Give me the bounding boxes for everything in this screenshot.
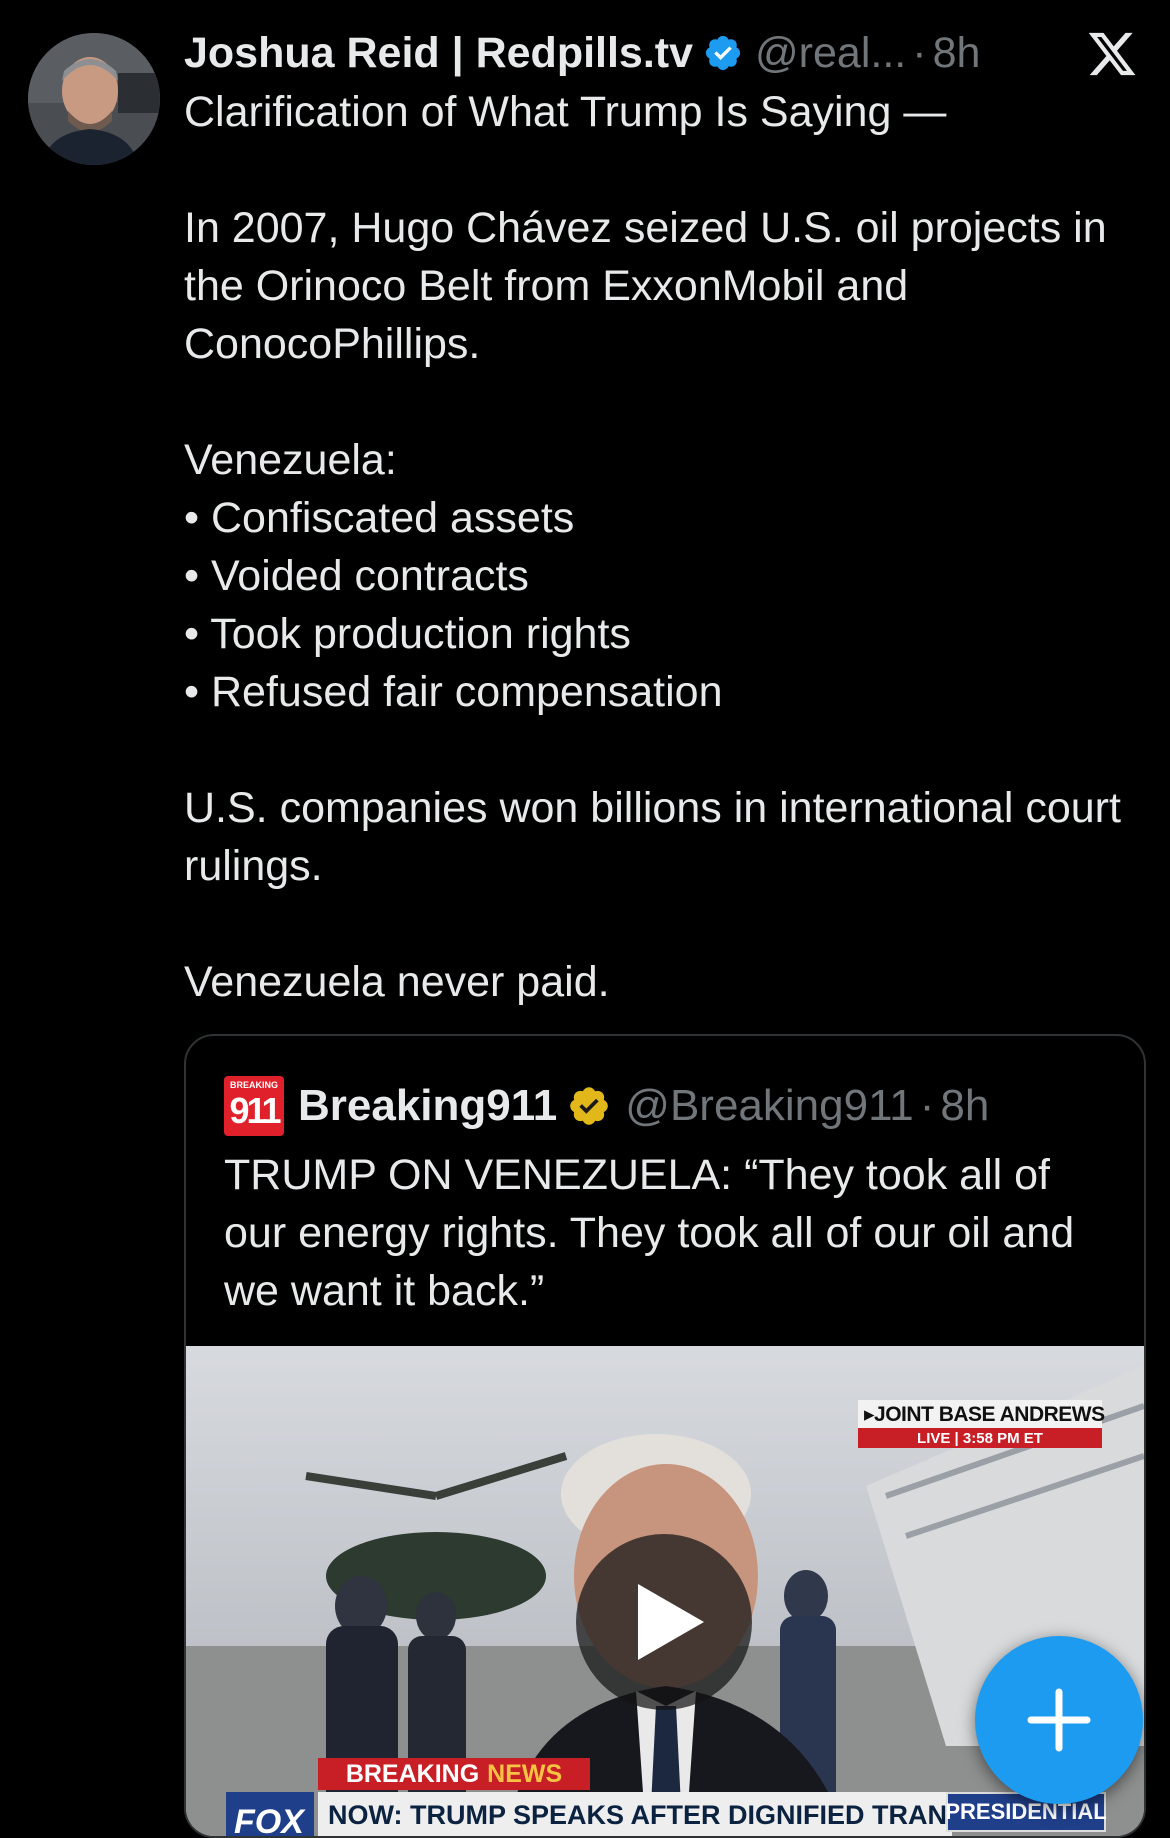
tweet-timestamp[interactable]: 8h (933, 29, 981, 78)
breaking-news-banner: BREAKING NEWS (318, 1758, 590, 1790)
author-display-name[interactable]: Joshua Reid | Redpills.tv (184, 29, 693, 78)
plus-icon (1027, 1688, 1091, 1752)
quoted-display-name[interactable]: Breaking911 (298, 1081, 557, 1131)
quoted-timestamp[interactable]: 8h (940, 1081, 989, 1131)
quoted-handle[interactable]: @Breaking911 (625, 1081, 913, 1131)
breaking911-avatar[interactable]: BREAKING 911 (224, 1076, 284, 1136)
video-headline: NOW: TRUMP SPEAKS AFTER DIGNIFIED TRANSF… (318, 1792, 952, 1836)
quoted-separator-dot: · (919, 1081, 935, 1130)
gold-verified-badge-icon (567, 1084, 611, 1128)
author-handle[interactable]: @real... (755, 29, 906, 78)
tweet-text: Clarification of What Trump Is Saying — … (184, 88, 1121, 1006)
play-button[interactable] (576, 1534, 752, 1710)
network-logo: FOX (226, 1792, 314, 1836)
avatar-logo-number: 911 (229, 1090, 281, 1131)
video-location-ticker: ▸JOINT BASE ANDREWS (858, 1400, 1105, 1429)
quoted-tweet-header: BREAKING 911 Breaking911 @Breaking911 · … (224, 1076, 989, 1136)
quoted-tweet-text: TRUMP ON VENEZUELA: “They took all of ou… (224, 1151, 1075, 1315)
breaking-label: BREAKING (345, 1759, 480, 1788)
news-label: NEWS (487, 1759, 563, 1788)
author-avatar[interactable] (28, 33, 160, 165)
compose-button[interactable] (975, 1636, 1143, 1804)
video-live-indicator: LIVE | 3:58 PM ET (858, 1428, 1102, 1448)
play-icon (638, 1584, 704, 1660)
avatar-logo-caption: BREAKING (229, 1080, 278, 1090)
tweet-header: Joshua Reid | Redpills.tv @real... · 8h (184, 22, 980, 84)
separator-dot: · (912, 28, 927, 77)
x-logo-icon (1086, 28, 1138, 80)
verified-badge-icon (703, 33, 743, 73)
